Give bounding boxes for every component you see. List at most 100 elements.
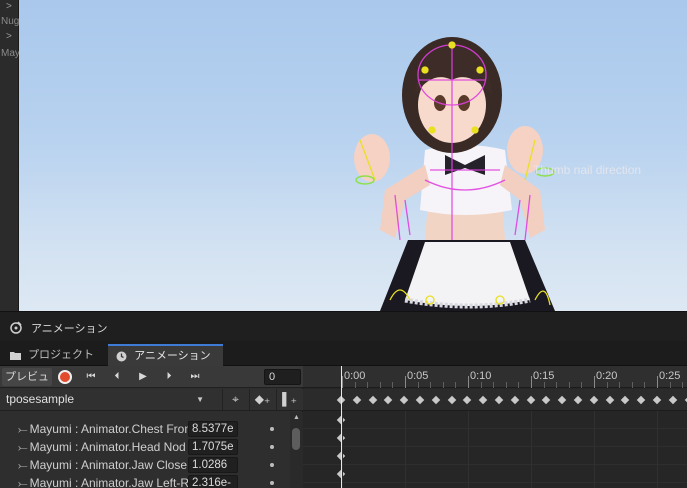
chevron-down-icon: ▼ bbox=[196, 395, 204, 404]
play-button[interactable]: ▶ bbox=[132, 368, 154, 386]
summary-keyframe-diamond[interactable] bbox=[557, 395, 567, 405]
summary-keyframe-diamond[interactable] bbox=[399, 395, 409, 405]
play-icon: ▶ bbox=[139, 371, 147, 382]
dopesheet-timeline[interactable]: 0:00 0:05 0:10 0:15 0:20 0:25 bbox=[303, 366, 687, 488]
ruler-tick bbox=[442, 382, 444, 388]
keyframe-indicator-icon[interactable] bbox=[270, 481, 274, 485]
summary-keyframe-diamond[interactable] bbox=[573, 395, 583, 405]
add-keyframe-button[interactable]: ◆₊ bbox=[249, 389, 275, 410]
blouse bbox=[420, 145, 512, 215]
summary-keyframe-row[interactable] bbox=[303, 389, 687, 411]
keyframe-indicator-icon[interactable] bbox=[270, 445, 274, 449]
summary-keyframe-diamond[interactable] bbox=[652, 395, 662, 405]
property-name: ⤚Mayumi : Animator.Chest Front-Back bbox=[18, 422, 188, 436]
property-row[interactable]: ⤚ Mayumi : Animator.Jaw Close 1.0286 bbox=[0, 456, 290, 474]
summary-keyframe-diamond[interactable] bbox=[526, 395, 535, 405]
keyframe-indicator-icon[interactable] bbox=[270, 427, 274, 431]
keyframe-indicator-icon[interactable] bbox=[270, 463, 274, 467]
scene-view[interactable]: > Nug > May Thumb nail direction bbox=[0, 0, 687, 311]
summary-keyframe-diamond[interactable] bbox=[621, 395, 630, 405]
summary-keyframe-diamond[interactable] bbox=[668, 395, 678, 405]
track-row[interactable] bbox=[303, 429, 687, 447]
tab-bar: プロジェクト アニメーション bbox=[0, 341, 687, 366]
scrollbar-thumb[interactable] bbox=[292, 428, 300, 450]
tick-label: 0:20 bbox=[596, 370, 618, 382]
summary-keyframe-diamond[interactable] bbox=[494, 395, 504, 405]
summary-keyframe-diamond[interactable] bbox=[384, 395, 393, 405]
property-value-field[interactable]: 1.7075e bbox=[188, 439, 238, 455]
ruler-tick bbox=[581, 382, 583, 388]
grid-line bbox=[468, 411, 469, 488]
summary-keyframe-diamond[interactable] bbox=[542, 395, 551, 405]
next-keyframe-button[interactable]: ⏵ bbox=[158, 368, 180, 386]
folder-icon bbox=[10, 351, 21, 360]
track-row[interactable] bbox=[303, 411, 687, 429]
summary-keyframe-diamond[interactable] bbox=[510, 395, 520, 405]
playback-toolbar: プレビュー ⏮ ⏴ ▶ ⏵ ⏭ 0 bbox=[0, 366, 303, 401]
window-title: アニメーション bbox=[31, 323, 108, 335]
tick-label: 0:10 bbox=[470, 370, 492, 382]
ruler-tick bbox=[568, 382, 570, 388]
clip-dropdown[interactable]: tposesample ▼ bbox=[0, 389, 212, 410]
preview-button[interactable]: プレビュー bbox=[2, 368, 52, 401]
time-ruler[interactable]: 0:00 0:05 0:10 0:15 0:20 0:25 bbox=[303, 366, 687, 388]
ruler-tick bbox=[644, 382, 646, 388]
summary-keyframe-diamond[interactable] bbox=[431, 395, 441, 405]
grid-line bbox=[594, 411, 595, 488]
ruler-tick bbox=[342, 376, 343, 388]
clip-toolbar: tposesample ▼ ⌖ ◆₊ ▌₊ bbox=[0, 389, 303, 411]
tab-project[interactable]: プロジェクト bbox=[2, 344, 102, 366]
scroll-up-icon[interactable]: ▲ bbox=[293, 414, 300, 421]
property-name: ⤚ Mayumi : Animator.Jaw Close bbox=[18, 458, 187, 472]
clip-name: tposesample bbox=[6, 392, 75, 406]
summary-keyframe-diamond[interactable] bbox=[447, 395, 456, 405]
curve-icon: ⤚ bbox=[18, 476, 28, 488]
summary-keyframe-diamond[interactable] bbox=[478, 395, 488, 405]
tab-animation[interactable]: アニメーション bbox=[108, 344, 223, 366]
property-value-field[interactable]: 2.316e- bbox=[188, 475, 238, 488]
ruler-tick bbox=[619, 382, 621, 388]
step-forward-icon: ⏵ bbox=[166, 371, 172, 382]
tick-label: 0:25 bbox=[659, 370, 681, 382]
summary-keyframe-diamond[interactable] bbox=[415, 395, 425, 405]
ruler-tick bbox=[518, 382, 520, 388]
ruler-tick bbox=[594, 376, 595, 388]
animation-window: アニメーション プロジェクト アニメーション プレビュー ⏮ bbox=[0, 311, 687, 488]
ruler-tick bbox=[657, 376, 658, 388]
summary-keyframe-diamond[interactable] bbox=[636, 395, 646, 405]
window-titlebar[interactable]: アニメーション bbox=[0, 311, 687, 341]
add-event-button[interactable]: ▌₊ bbox=[276, 389, 302, 410]
property-row[interactable]: ⤚Mayumi : Animator.Chest Front-Back 8.53… bbox=[0, 420, 290, 438]
curve-icon: ⤚ bbox=[18, 458, 28, 472]
summary-keyframe-diamond[interactable] bbox=[605, 395, 614, 405]
last-keyframe-button[interactable]: ⏭ bbox=[184, 368, 206, 386]
track-row[interactable] bbox=[303, 447, 687, 465]
character-model[interactable] bbox=[0, 0, 687, 311]
summary-keyframe-diamond[interactable] bbox=[352, 395, 362, 405]
playhead-line[interactable] bbox=[341, 366, 342, 488]
ruler-tick bbox=[392, 382, 394, 388]
property-row[interactable]: ⤚Mayumi : Animator.Head Nod Down-Up 1.70… bbox=[0, 438, 290, 456]
ruler-tick bbox=[631, 382, 633, 388]
summary-keyframe-diamond[interactable] bbox=[463, 395, 472, 405]
grid-line bbox=[531, 411, 532, 488]
previous-keyframe-button[interactable]: ⏴ bbox=[106, 368, 128, 386]
property-row[interactable]: ⤚Mayumi : Animator.Jaw Left-Right 2.316e… bbox=[0, 474, 290, 488]
summary-keyframe-diamond[interactable] bbox=[368, 395, 377, 405]
record-icon bbox=[58, 370, 72, 384]
clock-icon bbox=[116, 351, 127, 362]
scene-overlay-label: Thumb nail direction bbox=[533, 163, 642, 177]
tab-label: アニメーション bbox=[134, 350, 211, 362]
tab-label: プロジェクト bbox=[28, 349, 95, 361]
frame-input[interactable]: 0 bbox=[264, 369, 301, 385]
skip-last-icon: ⏭ bbox=[190, 371, 200, 382]
property-value-field[interactable]: 1.0286 bbox=[188, 457, 238, 473]
first-keyframe-button[interactable]: ⏮ bbox=[80, 368, 102, 386]
track-row[interactable] bbox=[303, 465, 687, 483]
tick-label: 0:00 bbox=[344, 370, 366, 382]
property-value-field[interactable]: 8.5377e bbox=[188, 421, 238, 437]
record-button[interactable] bbox=[55, 368, 75, 386]
summary-keyframe-diamond[interactable] bbox=[589, 395, 599, 405]
filter-by-selection-button[interactable]: ⌖ bbox=[222, 389, 248, 410]
property-scrollbar[interactable]: ▲ bbox=[290, 412, 303, 488]
